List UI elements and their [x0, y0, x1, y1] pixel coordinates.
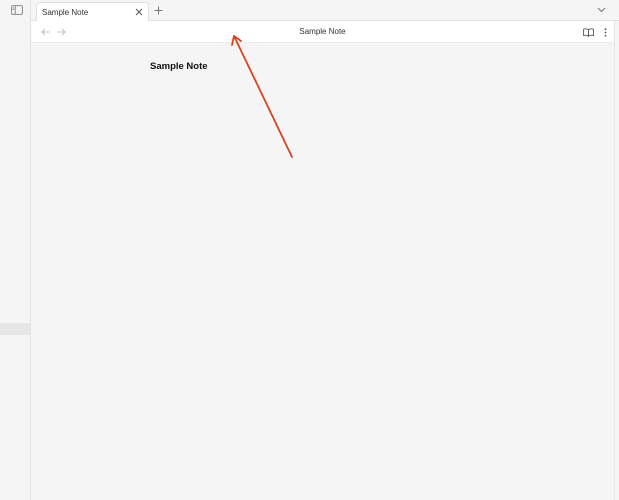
view-header: Sample Note: [31, 21, 614, 43]
sidebar-toggle-button[interactable]: [11, 5, 23, 15]
tab-list-button[interactable]: [596, 5, 606, 15]
sidebar-left-icon: [11, 5, 23, 15]
note-content[interactable]: Sample Note: [31, 43, 614, 500]
reading-view-button[interactable]: [583, 27, 594, 37]
tab-strip: Sample Note: [31, 0, 619, 21]
new-tab-button[interactable]: [153, 5, 163, 15]
tab-title: Sample Note: [42, 7, 89, 17]
close-icon: [135, 8, 143, 16]
chevron-down-icon: [597, 7, 605, 13]
app-window: Sample Note Sample Note Sample Note: [0, 0, 619, 500]
view-header-title[interactable]: Sample Note: [31, 27, 614, 36]
ribbon-highlight: [0, 323, 30, 335]
left-ribbon: [0, 0, 31, 500]
note-heading: Sample Note: [150, 61, 208, 72]
right-edge: [614, 21, 619, 500]
book-open-icon: [583, 27, 594, 37]
tab-sample-note[interactable]: Sample Note: [36, 2, 149, 21]
more-vertical-icon: [604, 27, 606, 37]
more-options-button[interactable]: [602, 27, 608, 37]
plus-icon: [154, 6, 162, 14]
tab-close-button[interactable]: [134, 7, 144, 17]
